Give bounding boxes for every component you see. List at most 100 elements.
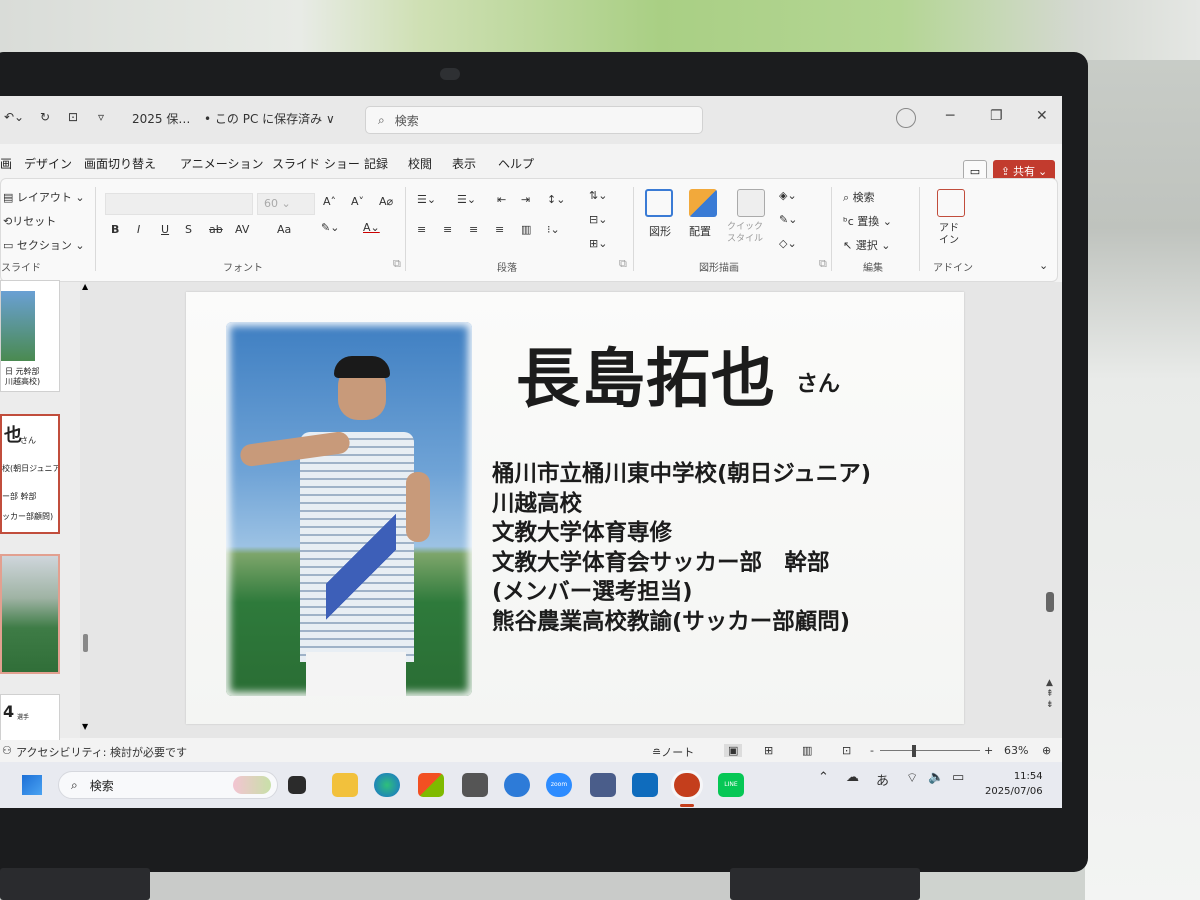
decrease-indent-icon[interactable]: ⇤ xyxy=(497,193,506,206)
tab-review[interactable]: 校閲 xyxy=(408,155,432,172)
shape-effects-icon[interactable]: ◇⌄ xyxy=(779,237,797,250)
section-button[interactable]: ▭ セクション ⌄ xyxy=(3,237,85,253)
volume-icon[interactable]: 🔈 xyxy=(928,770,944,785)
minimize-icon[interactable]: ─ xyxy=(946,108,954,124)
zoom-out-icon[interactable]: - xyxy=(870,744,874,757)
wifi-icon[interactable]: ⌔ xyxy=(906,770,918,786)
justify-icon[interactable]: ≡ xyxy=(495,223,504,236)
account-icon[interactable] xyxy=(896,108,916,128)
clear-format-icon[interactable]: A⌀ xyxy=(379,195,393,208)
redo-icon[interactable]: ↻ xyxy=(40,110,50,124)
replace-button[interactable]: ᵇc 置換 ⌄ xyxy=(843,213,892,229)
edge-icon[interactable] xyxy=(374,773,400,797)
scroll-thumb[interactable] xyxy=(83,634,88,652)
outlook-icon[interactable] xyxy=(632,773,658,797)
grow-font-icon[interactable]: A˄ xyxy=(323,195,336,208)
bullets-icon[interactable]: ☰⌄ xyxy=(417,193,436,206)
weather-icon[interactable]: ☁ xyxy=(846,770,859,785)
clock[interactable]: 11:54 2025/07/06 xyxy=(985,769,1043,799)
italic-button[interactable]: I xyxy=(137,223,140,236)
camera-app-icon[interactable] xyxy=(462,773,488,797)
tab-help[interactable]: ヘルプ xyxy=(498,155,534,172)
prev-next-slide-icon[interactable]: ▲ ⇞ ⇟ xyxy=(1046,678,1054,711)
paragraph-dialog-launcher-icon[interactable]: ⧉ xyxy=(619,257,627,271)
layout-button[interactable]: ▤ レイアウト ⌄ xyxy=(3,189,85,205)
store-icon[interactable] xyxy=(418,773,444,797)
strikethrough-button[interactable]: ab xyxy=(209,223,223,236)
shape-outline-icon[interactable]: ✎⌄ xyxy=(779,213,797,226)
addins-icon[interactable] xyxy=(937,189,965,217)
text-direction-icon[interactable]: ⇅⌄ xyxy=(589,189,607,202)
columns-icon[interactable]: ▥ xyxy=(521,223,531,236)
tab-view[interactable]: 表示 xyxy=(452,155,476,172)
shadow-button[interactable]: S xyxy=(185,223,192,236)
close-icon[interactable]: ✕ xyxy=(1036,108,1048,124)
underline-button[interactable]: U xyxy=(161,223,169,236)
zoom-slider-knob[interactable] xyxy=(912,745,916,757)
smartart-icon[interactable]: ⊞⌄ xyxy=(589,237,607,250)
slideshow-view-icon[interactable]: ⊡ xyxy=(842,744,851,757)
tab-animations[interactable]: アニメーション xyxy=(180,155,264,172)
shapes-icon[interactable] xyxy=(645,189,673,217)
arrange-icon[interactable] xyxy=(689,189,717,217)
bold-button[interactable]: B xyxy=(111,223,119,236)
undo-icon[interactable]: ↶⌄ xyxy=(4,110,24,124)
task-view-icon[interactable] xyxy=(288,776,306,794)
app-icon[interactable] xyxy=(590,773,616,797)
find-button[interactable]: ⌕ 検索 xyxy=(843,189,875,205)
tab-design[interactable]: デザイン xyxy=(24,155,72,172)
file-explorer-icon[interactable] xyxy=(332,773,358,797)
shape-fill-icon[interactable]: ◈⌄ xyxy=(779,189,797,202)
scroll-down-icon[interactable]: ▼ xyxy=(82,722,88,731)
highlight-icon[interactable]: ✎⌄ xyxy=(321,221,339,234)
zoom-in-icon[interactable]: + xyxy=(984,744,993,757)
select-button[interactable]: ↖ 選択 ⌄ xyxy=(843,237,890,253)
slide-canvas[interactable]: 長島拓也 さん 桶川市立桶川東中学校(朝日ジュニア) 川越高校 文教大学体育専修… xyxy=(186,292,964,724)
normal-view-icon[interactable]: ▣ xyxy=(724,744,743,757)
maximize-icon[interactable]: ❐ xyxy=(990,108,1003,124)
font-name-field[interactable] xyxy=(105,193,253,215)
quick-style-button[interactable]: クイック スタイル xyxy=(727,221,763,245)
font-color-icon[interactable]: A⌄ xyxy=(363,221,380,234)
shapes-button[interactable]: 図形 xyxy=(649,223,671,239)
char-spacing-button[interactable]: AV xyxy=(235,223,249,236)
tab-record[interactable]: 記録 xyxy=(364,155,388,172)
quick-style-icon[interactable] xyxy=(737,189,765,217)
powerpoint-icon[interactable] xyxy=(674,773,700,797)
present-icon[interactable]: ⊡ xyxy=(68,110,78,124)
shrink-font-icon[interactable]: A˅ xyxy=(351,195,364,208)
slide-thumbnail-3[interactable] xyxy=(0,554,60,674)
addins-button[interactable]: アド イン xyxy=(939,223,959,247)
file-name[interactable]: 2025 保… xyxy=(132,110,190,127)
para-more-icon[interactable]: ⁝⌄ xyxy=(547,223,560,236)
zoom-app-icon[interactable]: zoom xyxy=(546,773,572,797)
slide-thumbnail-1[interactable]: 日 元幹部 川越高校) xyxy=(0,280,60,392)
accessibility-status[interactable]: アクセシビリティ: 検討が必要です xyxy=(16,744,187,760)
save-status[interactable]: • この PC に保存済み ∨ xyxy=(204,110,335,127)
tab-transitions[interactable]: 画面切り替え xyxy=(84,155,156,172)
accessibility-icon[interactable]: ⚇ xyxy=(2,744,12,757)
font-dialog-launcher-icon[interactable]: ⧉ xyxy=(393,257,401,271)
ime-indicator[interactable]: あ xyxy=(876,770,889,789)
align-text-icon[interactable]: ⊟⌄ xyxy=(589,213,607,226)
reading-view-icon[interactable]: ▥ xyxy=(802,744,812,757)
notes-button[interactable]: ≘ノート xyxy=(652,744,694,760)
app-icon[interactable] xyxy=(504,773,530,797)
chevron-up-icon[interactable]: ⌃ xyxy=(818,770,829,785)
increase-indent-icon[interactable]: ⇥ xyxy=(521,193,530,206)
slide-sorter-icon[interactable]: ⊞ xyxy=(764,744,773,757)
customize-icon[interactable]: ▿ xyxy=(98,110,104,124)
slide-thumbnail-2[interactable]: 也 さん 校(朝日ジュニア) ー部 幹部 ッカー部顧問) xyxy=(0,414,60,534)
tab-slideshow[interactable]: スライド ショー xyxy=(272,155,360,172)
zoom-level[interactable]: 63% xyxy=(1004,744,1028,757)
line-spacing-icon[interactable]: ↕⌄ xyxy=(547,193,565,206)
thumbnail-scrollbar[interactable]: ▲ ▼ xyxy=(82,282,90,738)
align-center-icon[interactable]: ≡ xyxy=(443,223,452,236)
reset-button[interactable]: ⟲リセット xyxy=(3,213,56,229)
arrange-button[interactable]: 配置 xyxy=(689,223,711,239)
battery-icon[interactable]: ▭ xyxy=(952,770,964,785)
search-input[interactable]: ⌕ 検索 xyxy=(365,106,703,134)
taskbar-search-input[interactable]: ⌕ 検索 xyxy=(58,771,278,799)
zoom-slider[interactable] xyxy=(880,750,980,751)
line-app-icon[interactable]: LINE xyxy=(718,773,744,797)
